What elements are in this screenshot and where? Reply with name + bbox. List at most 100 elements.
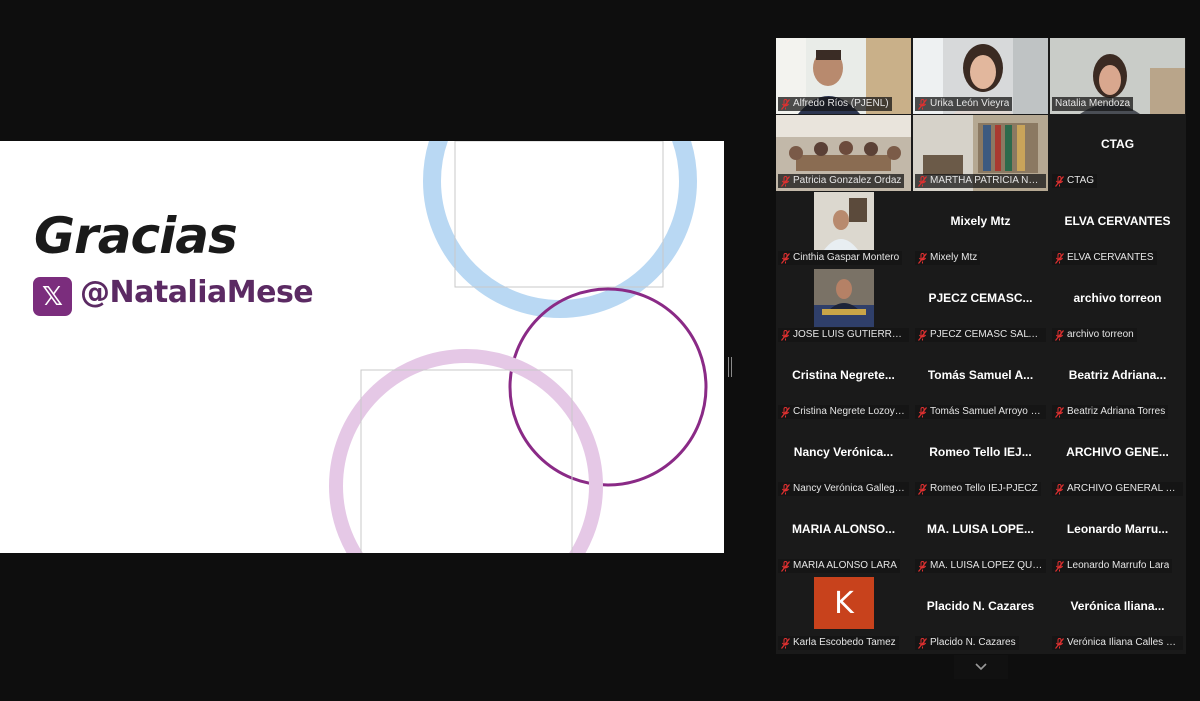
mic-muted-icon	[1055, 637, 1064, 649]
participant-tile[interactable]: Verónica Iliana... Verónica Iliana Calles…	[1050, 577, 1185, 653]
participant-name: Cinthia Gaspar Montero	[793, 252, 900, 263]
participant-tile[interactable]: Alfredo Ríos (PJENL)	[776, 38, 911, 114]
meeting-window: Gracias 𝕏 @NataliaMese Alfredo Ríos (PJE…	[0, 0, 1200, 701]
participant-avatar: K	[814, 577, 874, 629]
mic-muted-icon	[918, 483, 927, 495]
mic-muted-icon	[918, 329, 927, 341]
participant-name-label: Beatriz Adriana Torres	[1052, 405, 1169, 419]
participant-tile[interactable]: Nancy Verónica... Nancy Verónica Gallego.…	[776, 423, 911, 499]
participant-name: Leonardo Marrufo Lara	[1067, 560, 1170, 571]
participant-tile[interactable]: MARIA ALONSO... MARIA ALONSO LARA	[776, 500, 911, 576]
participant-gallery: Alfredo Ríos (PJENL) Urika León Vieyra Nat…	[776, 38, 1186, 654]
participant-name-label: Leonardo Marrufo Lara	[1052, 559, 1173, 573]
participant-tile[interactable]: Cinthia Gaspar Montero	[776, 192, 911, 268]
gallery-scroll-down-button[interactable]	[954, 655, 1008, 679]
participant-tile[interactable]: Tomás Samuel A... Tomás Samuel Arroyo H..…	[913, 346, 1048, 422]
participant-name: ARCHIVO GENERAL PJECZ	[1067, 483, 1180, 494]
participant-name: JOSE LUIS GUTIERREZ R...	[793, 329, 906, 340]
participant-name-label: MARTHA PATRICIA NUÑ...	[915, 174, 1046, 188]
participant-tile[interactable]: CTAG CTAG	[1050, 115, 1185, 191]
participant-name: MARIA ALONSO LARA	[793, 560, 897, 571]
participant-name: MA. LUISA LOPEZ QUIN...	[930, 560, 1043, 571]
mic-muted-icon	[918, 637, 927, 649]
mic-muted-icon	[918, 175, 927, 187]
mic-muted-icon	[918, 406, 927, 418]
participant-name: Urika León Vieyra	[930, 98, 1010, 109]
participant-tile[interactable]: K Karla Escobedo Tamez	[776, 577, 911, 653]
participant-tile[interactable]: Patricia Gonzalez Ordaz	[776, 115, 911, 191]
participant-display-name: MA. LUISA LOPE...	[927, 522, 1034, 536]
participant-tile[interactable]: Urika León Vieyra	[913, 38, 1048, 114]
participant-tile[interactable]: Placido N. Cazares Placido N. Cazares	[913, 577, 1048, 653]
mic-muted-icon	[781, 560, 790, 572]
participant-name-label: CTAG	[1052, 174, 1098, 188]
shared-screen-slide: Gracias 𝕏 @NataliaMese	[0, 141, 724, 553]
participant-display-name: Placido N. Cazares	[926, 599, 1035, 613]
participant-name-label: MARIA ALONSO LARA	[778, 559, 900, 573]
participant-display-name: Verónica Iliana...	[1070, 599, 1165, 613]
participant-name-label: Placido N. Cazares	[915, 636, 1019, 650]
participant-tile[interactable]: MA. LUISA LOPE... MA. LUISA LOPEZ QUIN...	[913, 500, 1048, 576]
mic-muted-icon	[918, 560, 927, 572]
participant-tile[interactable]: ARCHIVO GENE... ARCHIVO GENERAL PJECZ	[1050, 423, 1185, 499]
participant-name: MARTHA PATRICIA NUÑ...	[930, 175, 1043, 186]
participant-tile[interactable]: Mixely Mtz Mixely Mtz	[913, 192, 1048, 268]
participant-name: Mixely Mtz	[930, 252, 978, 263]
participant-name: Alfredo Ríos (PJENL)	[793, 98, 889, 109]
participant-tile[interactable]: ELVA CERVANTES ELVA CERVANTES	[1050, 192, 1185, 268]
participant-name: Verónica Iliana Calles Ca...	[1067, 637, 1180, 648]
participant-tile[interactable]: Natalia Mendoza	[1050, 38, 1185, 114]
participant-tile[interactable]: archivo torreon archivo torreon	[1050, 269, 1185, 345]
participant-name-label: ELVA CERVANTES	[1052, 251, 1157, 265]
mic-muted-icon	[1055, 252, 1064, 264]
participant-name-label: PJECZ CEMASC SALTILLO	[915, 328, 1046, 342]
participant-tile[interactable]: JOSE LUIS GUTIERREZ R...	[776, 269, 911, 345]
participant-name: Placido N. Cazares	[930, 637, 1016, 648]
participant-tile[interactable]: Cristina Negrete... Cristina Negrete Lozo…	[776, 346, 911, 422]
participant-name-label: Patricia Gonzalez Ordaz	[778, 174, 905, 188]
mic-muted-icon	[781, 175, 790, 187]
participant-display-name: Tomás Samuel A...	[927, 368, 1034, 382]
split-view-handle[interactable]	[728, 357, 732, 377]
participant-name: Karla Escobedo Tamez	[793, 637, 896, 648]
chevron-down-icon	[975, 663, 987, 671]
participant-name-label: Nancy Verónica Gallego...	[778, 482, 909, 496]
participant-tile[interactable]: PJECZ CEMASC... PJECZ CEMASC SALTILLO	[913, 269, 1048, 345]
participant-tile[interactable]: Beatriz Adriana... Beatriz Adriana Torres	[1050, 346, 1185, 422]
participant-name-label: MA. LUISA LOPEZ QUIN...	[915, 559, 1046, 573]
participant-name-label: Mixely Mtz	[915, 251, 981, 265]
participant-tile[interactable]: MARTHA PATRICIA NUÑ...	[913, 115, 1048, 191]
slide-title: Gracias	[34, 207, 238, 265]
participant-name: Patricia Gonzalez Ordaz	[793, 175, 902, 186]
mic-muted-icon	[781, 329, 790, 341]
mic-muted-icon	[781, 252, 790, 264]
x-logo-letter: 𝕏	[42, 281, 63, 312]
mic-muted-icon	[1055, 406, 1064, 418]
participant-name-label: Urika León Vieyra	[915, 97, 1013, 111]
participant-tile[interactable]: Romeo Tello IEJ... Romeo Tello IEJ-PJECZ	[913, 423, 1048, 499]
mic-muted-icon	[1055, 483, 1064, 495]
participant-name-label: Cinthia Gaspar Montero	[778, 251, 903, 265]
participant-name: PJECZ CEMASC SALTILLO	[930, 329, 1043, 340]
participant-name: Tomás Samuel Arroyo H...	[930, 406, 1043, 417]
participant-name: archivo torreon	[1067, 329, 1134, 340]
participant-name: Cristina Negrete Lozoya...	[793, 406, 906, 417]
participant-display-name: PJECZ CEMASC...	[928, 291, 1033, 305]
mic-muted-icon	[918, 98, 927, 110]
participant-name-label: Alfredo Ríos (PJENL)	[778, 97, 892, 111]
participant-tile[interactable]: Leonardo Marru... Leonardo Marrufo Lara	[1050, 500, 1185, 576]
participant-name-label: Cristina Negrete Lozoya...	[778, 405, 909, 419]
participant-name-label: Verónica Iliana Calles Ca...	[1052, 636, 1183, 650]
mic-muted-icon	[781, 98, 790, 110]
participant-name: Beatriz Adriana Torres	[1067, 406, 1166, 417]
mic-muted-icon	[1055, 329, 1064, 341]
participant-name: ELVA CERVANTES	[1067, 252, 1154, 263]
participant-name: Natalia Mendoza	[1055, 98, 1131, 109]
slide-handle: @NataliaMese	[80, 275, 314, 310]
mic-muted-icon	[918, 252, 927, 264]
participant-display-name: Cristina Negrete...	[792, 368, 895, 382]
participant-display-name: ARCHIVO GENE...	[1066, 445, 1169, 459]
participant-display-name: ELVA CERVANTES	[1064, 214, 1171, 228]
participant-display-name: archivo torreon	[1073, 291, 1162, 305]
participant-name-label: Romeo Tello IEJ-PJECZ	[915, 482, 1041, 496]
